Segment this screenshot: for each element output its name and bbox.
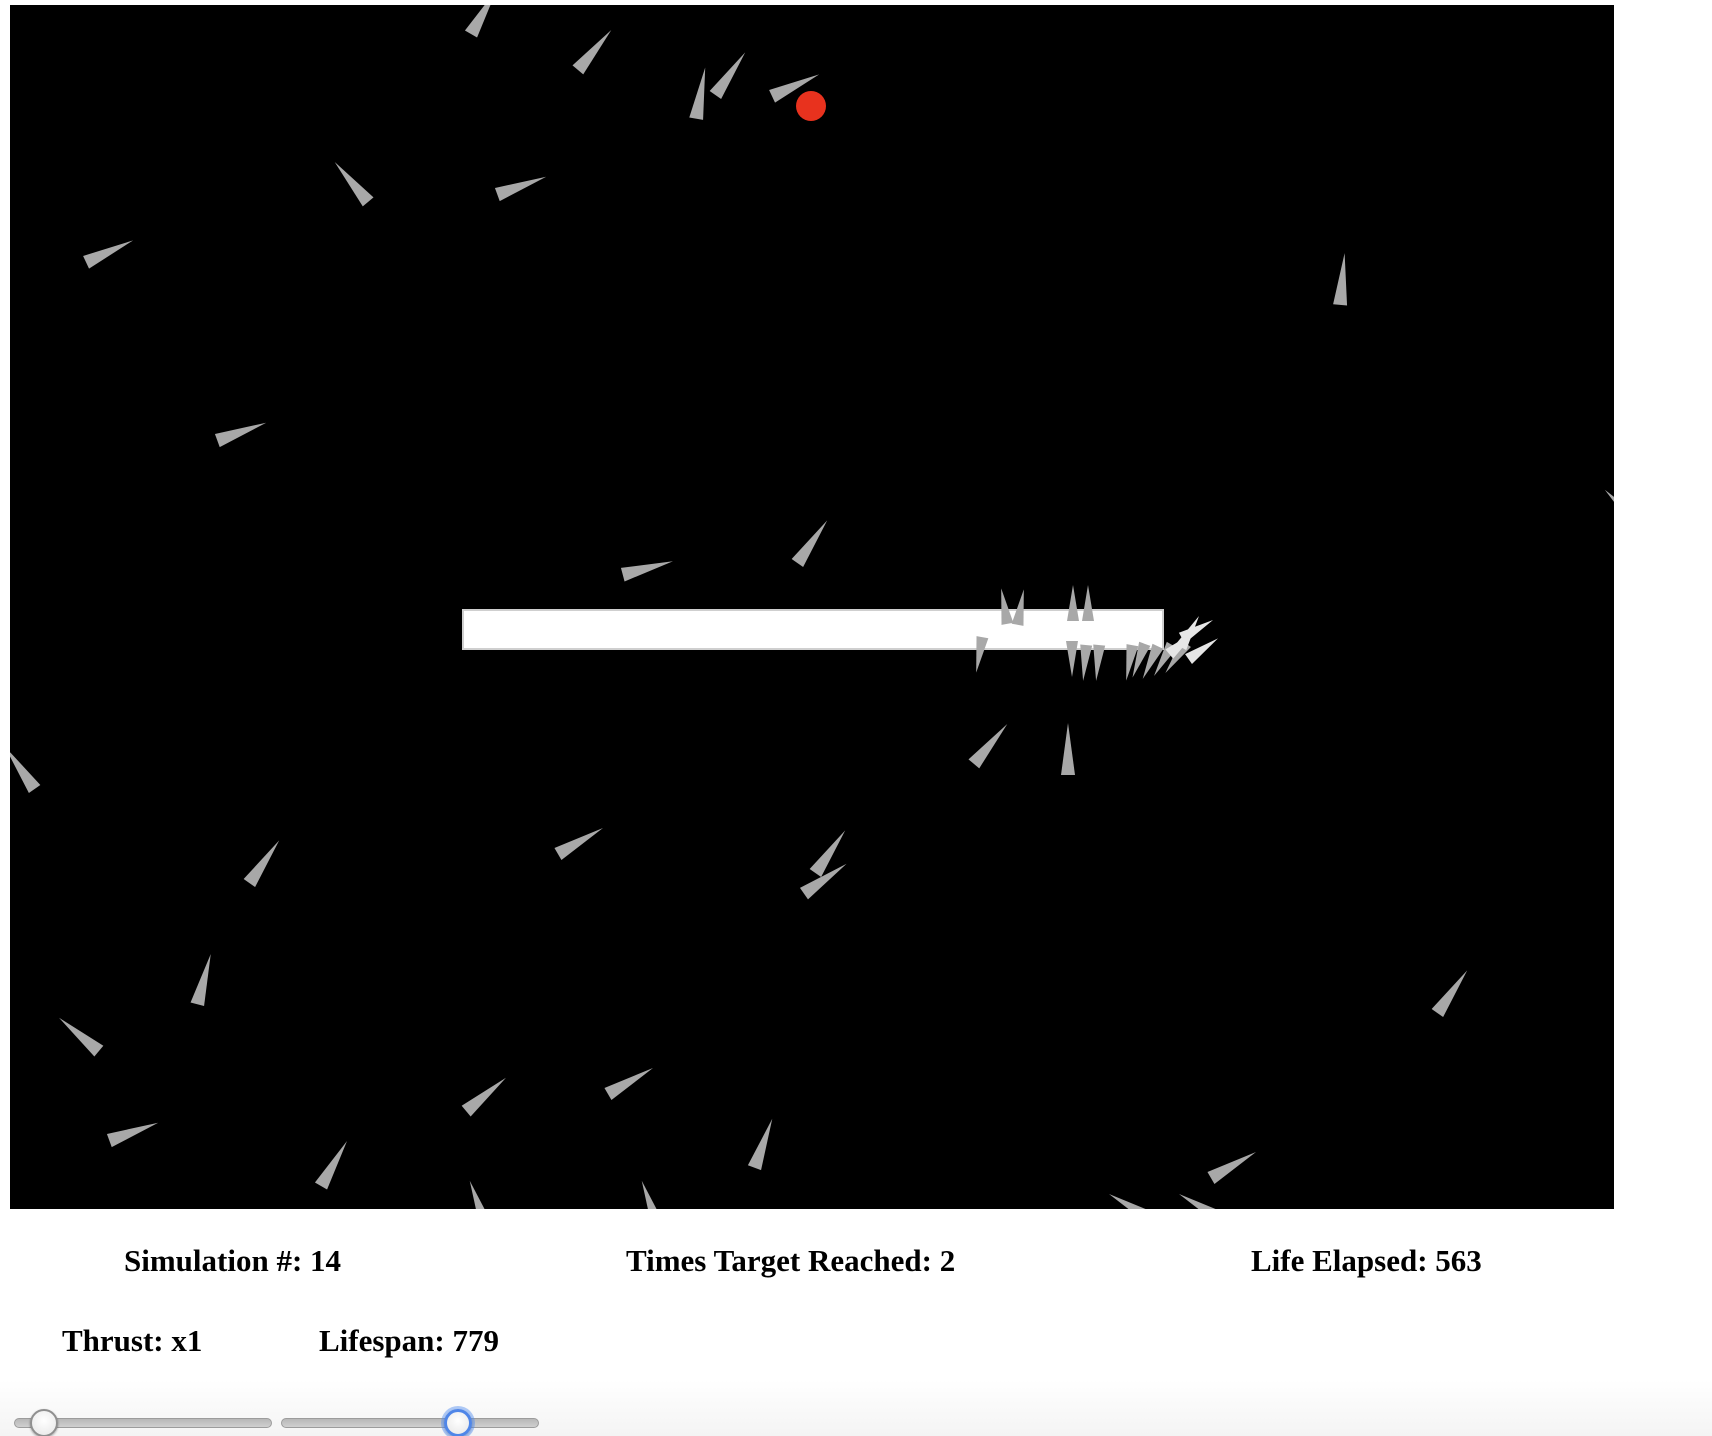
rocket-31 <box>641 1180 667 1209</box>
rocket-swarm <box>10 5 1614 1209</box>
rocket-33 <box>1179 1194 1228 1209</box>
rocket-27 <box>314 1141 347 1190</box>
rocket-3 <box>689 67 706 120</box>
rocket-21 <box>190 954 211 1007</box>
rocket-29 <box>1207 1152 1256 1185</box>
rocket-7 <box>494 176 547 202</box>
rocket-4 <box>709 52 746 100</box>
rocket-18 <box>243 840 280 888</box>
simulation-number-stat: Simulation #: 14 <box>124 1243 341 1279</box>
thrust-readout: Thrust: x1 <box>62 1323 202 1359</box>
thrust-value: x1 <box>171 1323 203 1358</box>
rocket-9 <box>1333 253 1348 306</box>
target-reached-stat: Times Target Reached: 2 <box>626 1243 955 1279</box>
obstacle-barrier <box>462 609 1164 650</box>
stuck-rocket-7 <box>1080 644 1093 681</box>
rocket-16 <box>1061 723 1075 775</box>
stuck-rocket-3 <box>1067 585 1079 621</box>
lifespan-slider[interactable] <box>281 1406 539 1436</box>
rocket-6 <box>334 162 374 207</box>
stuck-rocket-8 <box>1093 644 1106 681</box>
simulation-canvas[interactable] <box>10 5 1614 1209</box>
rocket-11 <box>791 520 828 568</box>
rocket-25 <box>604 1068 653 1101</box>
lifespan-slider-thumb[interactable] <box>444 1409 472 1436</box>
rocket-13 <box>1604 489 1614 532</box>
rocket-26 <box>106 1122 159 1148</box>
rocket-24 <box>461 1077 506 1117</box>
rocket-10 <box>214 422 267 448</box>
life-elapsed-stat: Life Elapsed: 563 <box>1251 1243 1482 1279</box>
rocket-1 <box>464 5 497 38</box>
simulation-number-label: Simulation #: <box>124 1243 303 1278</box>
target-dot <box>796 91 826 121</box>
rocket-14 <box>10 746 41 794</box>
page: Simulation #: 14 Times Target Reached: 2 L… <box>0 0 1712 1436</box>
life-elapsed-label: Life Elapsed: <box>1251 1243 1428 1278</box>
rocket-12 <box>620 561 673 582</box>
lifespan-label: Lifespan: <box>319 1323 445 1358</box>
simulation-number-value: 14 <box>310 1243 342 1278</box>
stuck-rocket-4 <box>1082 585 1094 621</box>
rocket-22 <box>59 1017 104 1057</box>
rocket-28 <box>747 1118 773 1171</box>
rocket-19 <box>809 830 846 878</box>
rocket-23 <box>1431 970 1468 1018</box>
rocket-32 <box>1109 1194 1158 1209</box>
target-reached-label: Times Target Reached: <box>626 1243 932 1278</box>
thrust-label: Thrust: <box>62 1323 164 1358</box>
lifespan-value: 779 <box>452 1323 500 1358</box>
rocket-30 <box>469 1180 495 1209</box>
thrust-slider-thumb[interactable] <box>30 1409 58 1436</box>
lifespan-readout: Lifespan: 779 <box>319 1323 499 1359</box>
rocket-15 <box>968 724 1008 769</box>
target-reached-value: 2 <box>939 1243 956 1278</box>
life-elapsed-value: 563 <box>1435 1243 1482 1278</box>
thrust-slider[interactable] <box>14 1406 272 1436</box>
lifespan-slider-track[interactable] <box>281 1418 539 1428</box>
rocket-17 <box>554 828 603 861</box>
rocket-2 <box>572 30 612 75</box>
stuck-rocket-6 <box>1066 641 1078 677</box>
rocket-8 <box>83 240 134 269</box>
simulation-drawing <box>10 5 1614 1209</box>
